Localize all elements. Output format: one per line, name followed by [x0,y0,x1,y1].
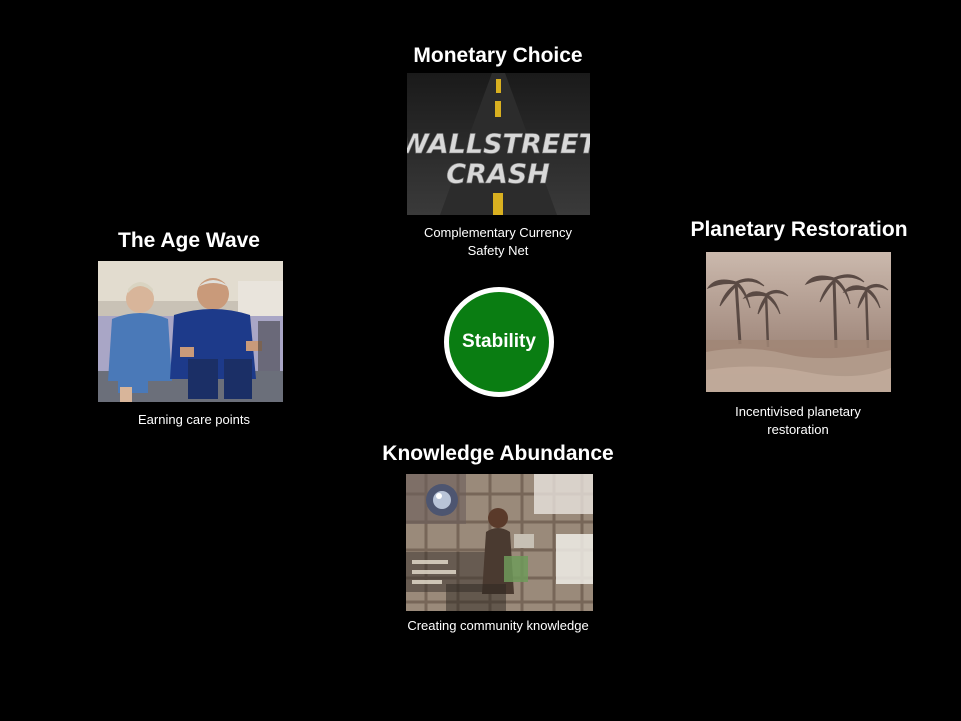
monetary-choice-title: Monetary Choice [413,44,583,67]
planetary-restoration-title: Planetary Restoration [690,218,908,241]
crash-text: CRASH [446,159,550,190]
stability-circle: Stability [444,287,554,397]
planetary-restoration-caption-line2: restoration [767,422,829,437]
wall-street-crash-image: WALLSTREET CRASH [407,73,590,215]
knowledge-abundance-title: Knowledge Abundance [382,442,614,465]
wall-street-text: WALLSTREET [407,129,590,160]
stormy-palm-trees-photo [706,252,891,392]
knowledge-collage-image [406,474,593,611]
planetary-restoration-caption: Incentivised planetary restoration [698,403,898,439]
monetary-choice-caption-line2: Safety Net [467,243,529,258]
age-wave-caption-line1: Earning care points [137,412,250,427]
monetary-choice-caption-line1: Complementary Currency [423,225,573,240]
knowledge-abundance-caption-line1: Creating community knowledge [407,618,589,633]
age-wave-caption: Earning care points [104,411,284,429]
knowledge-abundance-caption: Creating community knowledge [378,617,618,635]
monetary-choice-caption: Complementary Currency Safety Net [388,224,608,260]
elderly-couple-photo [98,261,283,402]
stability-label: Stability [462,331,536,352]
planetary-restoration-caption-line1: Incentivised planetary [735,404,861,419]
age-wave-title: The Age Wave [118,229,260,252]
